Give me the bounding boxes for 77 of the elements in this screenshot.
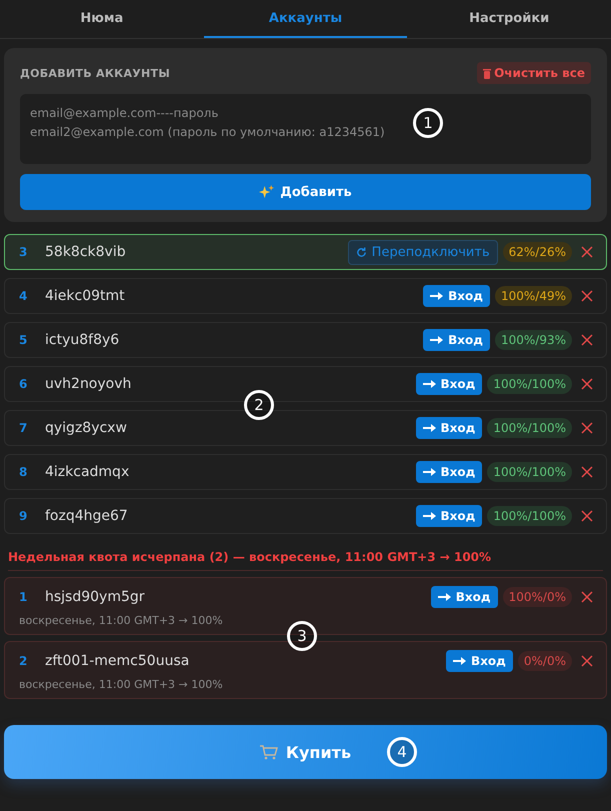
arrow-icon — [430, 292, 444, 300]
account-name: 4izkcadmqx — [45, 464, 130, 480]
arrow-icon — [422, 468, 436, 476]
quota-badge: 100%/93% — [494, 330, 572, 350]
account-number: 5 — [19, 333, 28, 347]
tab[interactable]: Настройки — [407, 0, 611, 38]
close-icon — [581, 246, 593, 258]
quota-badge: 100%/100% — [487, 374, 572, 394]
reset-time: воскресенье, 11:00 GMT+3 → 100% — [19, 614, 224, 627]
close-icon — [581, 591, 593, 603]
login-button[interactable]: Вход — [416, 505, 482, 527]
quota-badge: 100%/100% — [487, 418, 572, 438]
account-number: 1 — [19, 590, 28, 604]
reset-time: воскресенье, 11:00 GMT+3 → 100% — [19, 678, 224, 691]
clear-all-button[interactable]: Очистить все — [477, 62, 591, 84]
arrow-icon — [430, 336, 444, 344]
arrow-icon — [422, 512, 436, 520]
login-button[interactable]: Вход — [423, 285, 490, 307]
login-button[interactable]: Вход — [430, 586, 498, 608]
account-name: zft001-memc50uusa — [45, 653, 190, 669]
sparkle-icon — [259, 184, 274, 200]
callout-marker: 4 — [387, 737, 417, 767]
close-icon — [581, 378, 593, 390]
quota-exhausted-heading: Недельная квота исчерпана (2) — воскресенье, 11:00 GMT+3 → 100% — [8, 550, 603, 571]
buy-button[interactable]: Купить 4 — [4, 725, 607, 779]
account-name: 4iekc09tmt — [45, 288, 126, 304]
account-number: 9 — [19, 509, 28, 523]
quota-badge: 100%/100% — [487, 462, 572, 482]
callout-marker: 1 — [413, 108, 443, 138]
account-row[interactable]: 7 qyigz8ycxw Вход 100%/100% — [4, 410, 607, 446]
close-icon — [581, 655, 593, 667]
quota-badge: 0%/0% — [518, 651, 572, 671]
account-name: hsjsd90ym5gr — [45, 589, 146, 605]
account-row[interactable]: 3 58k8ck8vib Переподключить 62%/26% — [4, 234, 607, 270]
account-name: qyigz8ycxw — [45, 420, 128, 436]
login-button[interactable]: Вход — [446, 650, 513, 672]
quota-badge: 100%/0% — [502, 587, 572, 607]
account-number: 8 — [19, 465, 28, 479]
close-icon — [581, 422, 593, 434]
login-button[interactable]: Вход — [416, 373, 482, 395]
account-name: ictyu8f8y6 — [45, 332, 120, 348]
account-name: uvh2noyovh — [45, 376, 132, 392]
account-number: 7 — [19, 421, 28, 435]
close-icon — [581, 290, 593, 302]
account-number: 3 — [19, 245, 28, 259]
close-icon — [581, 466, 593, 478]
login-button[interactable]: Вход — [416, 417, 482, 439]
arrow-icon — [422, 380, 436, 388]
arrow-icon — [453, 657, 466, 665]
callout-marker: 3 — [287, 621, 317, 651]
tab[interactable]: Нюма — [0, 0, 204, 38]
account-row[interactable]: 4 4iekc09tmt Вход 100%/49% — [4, 278, 607, 314]
account-row[interactable]: 5 ictyu8f8y6 Вход 100%/93% — [4, 322, 607, 358]
add-button[interactable]: Добавить — [20, 174, 591, 210]
account-name: 58k8ck8vib — [45, 244, 127, 260]
panel-title: ДОБАВИТЬ АККАУНТЫ — [20, 66, 170, 80]
account-number: 2 — [19, 654, 28, 668]
account-name: fozq4hge67 — [45, 508, 129, 524]
login-button[interactable]: Вход — [423, 329, 490, 351]
login-button[interactable]: Вход — [416, 461, 482, 483]
arrow-icon — [422, 424, 436, 432]
quota-badge: 100%/100% — [487, 506, 572, 526]
trash-icon — [483, 68, 492, 78]
reconnect-button[interactable]: Переподключить — [348, 240, 498, 264]
account-number: 4 — [19, 289, 28, 303]
close-icon — [581, 510, 593, 522]
refresh-icon — [356, 246, 367, 258]
quota-badge: 100%/49% — [494, 286, 572, 306]
account-row[interactable]: 9 fozq4hge67 Вход 100%/100% — [4, 498, 607, 534]
callout-marker: 2 — [244, 390, 274, 420]
tab[interactable]: Аккаунты — [204, 0, 408, 38]
account-number: 6 — [19, 377, 28, 391]
close-icon — [581, 334, 593, 346]
cart-icon — [260, 744, 278, 760]
account-row[interactable]: 8 4izkcadmqx Вход 100%/100% — [4, 454, 607, 490]
arrow-icon — [438, 593, 451, 601]
quota-badge: 62%/26% — [502, 242, 572, 262]
